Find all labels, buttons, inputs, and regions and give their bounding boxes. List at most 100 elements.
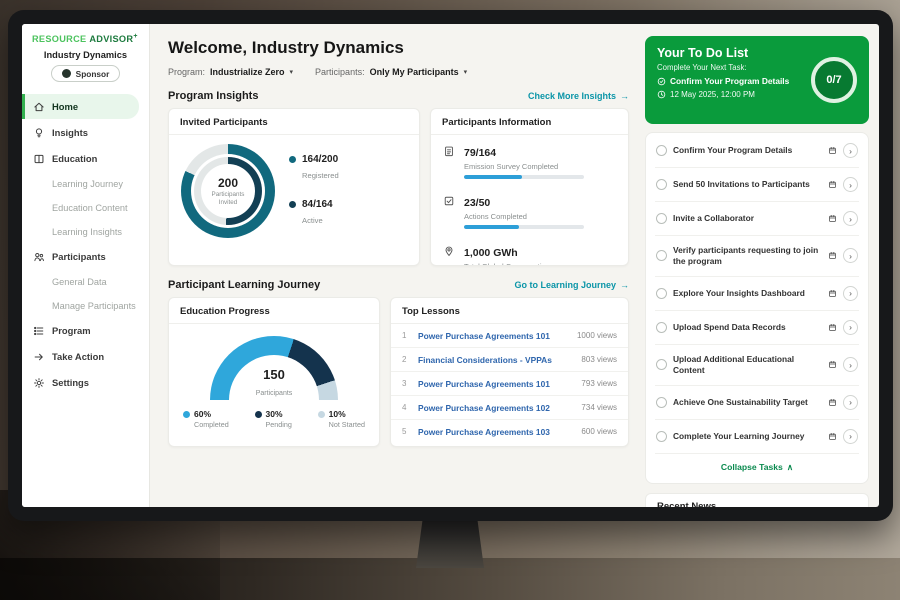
legend-label: Not Started bbox=[329, 420, 365, 429]
background-wall: RESOURCE ADVISOR+ Industry Dynamics Spon… bbox=[0, 0, 900, 600]
lesson-link[interactable]: Financial Considerations - VPPAs bbox=[418, 355, 574, 365]
section-title-learning-journey: Participant Learning Journey bbox=[168, 279, 320, 291]
sidebar-item-learning-journey[interactable]: Learning Journey bbox=[22, 172, 149, 195]
check-more-insights-link[interactable]: Check More Insights → bbox=[528, 91, 629, 101]
task-row-explore-your-insights-dashboard[interactable]: Explore Your Insights Dashboard › bbox=[655, 277, 859, 311]
legend-dot bbox=[289, 156, 296, 163]
progress-bar bbox=[464, 225, 584, 229]
sidebar-item-insights[interactable]: Insights bbox=[22, 120, 149, 145]
chevron-right-icon[interactable]: › bbox=[843, 177, 858, 192]
task-label: Confirm Your Program Details bbox=[673, 145, 822, 156]
chevron-right-icon[interactable]: › bbox=[843, 395, 858, 410]
sidebar-item-label: Learning Journey bbox=[52, 179, 123, 189]
calendar-icon bbox=[828, 323, 837, 332]
legend-dot bbox=[255, 411, 262, 418]
sidebar: RESOURCE ADVISOR+ Industry Dynamics Spon… bbox=[22, 24, 150, 507]
sponsor-badge[interactable]: Sponsor bbox=[51, 65, 121, 82]
sidebar-item-take-action[interactable]: Take Action bbox=[22, 344, 149, 369]
task-checkbox[interactable] bbox=[656, 431, 667, 442]
chevron-right-icon[interactable]: › bbox=[843, 357, 858, 372]
gauge-center-label: Participants bbox=[256, 390, 293, 397]
task-list: Confirm Your Program Details›Send 50 Inv… bbox=[645, 132, 869, 484]
education-progress-card: Education Progress 150 Participants 60%C… bbox=[168, 297, 380, 447]
gauge-legend: 60%Completed30%Pending10%Not Started bbox=[169, 400, 379, 429]
task-row-achieve-one-sustainability-target[interactable]: Achieve One Sustainability Target› bbox=[655, 386, 859, 420]
go-to-learning-journey-link[interactable]: Go to Learning Journey → bbox=[514, 280, 629, 290]
calendar-icon bbox=[828, 432, 837, 441]
lesson-row: 2Financial Considerations - VPPAs803 vie… bbox=[391, 348, 628, 372]
participants-information-card: Participants Information 79/164Emission … bbox=[430, 108, 629, 266]
settings-icon bbox=[33, 377, 45, 389]
sidebar-item-education-content[interactable]: Education Content bbox=[22, 196, 149, 219]
lesson-link[interactable]: Power Purchase Agreements 102 bbox=[418, 403, 574, 413]
program-select[interactable]: Program: Industrialize Zero ▾ bbox=[168, 67, 293, 77]
info-value: 1,000 GWh bbox=[464, 247, 518, 259]
task-label: Verify participants requesting to join t… bbox=[673, 245, 822, 267]
sidebar-item-manage-participants[interactable]: Manage Participants bbox=[22, 294, 149, 317]
chevron-right-icon[interactable]: › bbox=[843, 320, 858, 335]
task-checkbox[interactable] bbox=[656, 397, 667, 408]
legend-pct: 60% bbox=[194, 409, 211, 419]
task-checkbox[interactable] bbox=[656, 250, 667, 261]
location-icon bbox=[443, 245, 455, 257]
task-checkbox[interactable] bbox=[656, 288, 667, 299]
sidebar-item-program[interactable]: Program bbox=[22, 318, 149, 343]
collapse-tasks-button[interactable]: Collapse Tasks∧ bbox=[655, 454, 859, 482]
participants-select[interactable]: Participants: Only My Participants ▾ bbox=[315, 67, 467, 77]
legend-label: Registered bbox=[302, 171, 339, 180]
calendar-icon bbox=[828, 146, 837, 155]
home-icon bbox=[33, 101, 45, 113]
task-row-confirm-your-program-details[interactable]: Confirm Your Program Details › bbox=[655, 134, 859, 168]
chevron-right-icon[interactable]: › bbox=[843, 429, 858, 444]
task-row-verify-participants-requesting-to-join-the-program[interactable]: Verify participants requesting to join t… bbox=[655, 236, 859, 277]
task-checkbox[interactable] bbox=[656, 179, 667, 190]
donut-legend: 164/200Registered84/164Active bbox=[289, 146, 339, 236]
task-row-upload-spend-data-records[interactable]: Upload Spend Data Records› bbox=[655, 311, 859, 345]
sponsor-icon bbox=[62, 69, 71, 78]
take-action-icon bbox=[33, 351, 45, 363]
monitor-bezel: RESOURCE ADVISOR+ Industry Dynamics Spon… bbox=[8, 10, 893, 521]
lesson-rank: 2 bbox=[402, 355, 411, 364]
task-checkbox[interactable] bbox=[656, 359, 667, 370]
task-checkbox[interactable] bbox=[656, 145, 667, 156]
gauge-legend-item: 60%Completed bbox=[183, 409, 229, 429]
invited-participants-card: Invited Participants 200 Participants In… bbox=[168, 108, 420, 266]
lesson-link[interactable]: Power Purchase Agreements 101 bbox=[418, 379, 574, 389]
sidebar-item-home[interactable]: Home bbox=[22, 94, 139, 119]
logo-resource: RESOURCE bbox=[32, 34, 86, 44]
page-title: Welcome, Industry Dynamics bbox=[168, 38, 629, 58]
sidebar-item-learning-insights[interactable]: Learning Insights bbox=[22, 220, 149, 243]
chevron-right-icon[interactable]: › bbox=[843, 286, 858, 301]
lesson-row: 1Power Purchase Agreements 1011000 views bbox=[391, 324, 628, 348]
sidebar-item-general-data[interactable]: General Data bbox=[22, 270, 149, 293]
monitor-stand bbox=[416, 518, 484, 568]
logo-plus: + bbox=[133, 33, 137, 40]
lesson-link[interactable]: Power Purchase Agreements 103 bbox=[418, 427, 574, 437]
gauge-legend-item: 10%Not Started bbox=[318, 409, 365, 429]
sidebar-item-label: Program bbox=[52, 325, 91, 336]
chevron-right-icon[interactable]: › bbox=[843, 143, 858, 158]
task-row-invite-a-collaborator[interactable]: Invite a Collaborator› bbox=[655, 202, 859, 236]
app-window: RESOURCE ADVISOR+ Industry Dynamics Spon… bbox=[22, 24, 879, 507]
sidebar-item-participants[interactable]: Participants bbox=[22, 244, 149, 269]
task-row-upload-additional-educational-content[interactable]: Upload Additional Educational Content › bbox=[655, 345, 859, 386]
lesson-link[interactable]: Power Purchase Agreements 101 bbox=[418, 331, 570, 341]
todo-next-task: Confirm Your Program Details bbox=[670, 76, 789, 86]
chevron-right-icon[interactable]: › bbox=[843, 211, 858, 226]
task-row-send-50-invitations-to-participants[interactable]: Send 50 Invitations to Participants› bbox=[655, 168, 859, 202]
task-label: Explore Your Insights Dashboard bbox=[673, 288, 822, 299]
arrow-right-icon: → bbox=[620, 91, 629, 101]
education-icon bbox=[33, 153, 45, 165]
task-checkbox[interactable] bbox=[656, 322, 667, 333]
task-row-complete-your-learning-journey[interactable]: Complete Your Learning Journey› bbox=[655, 420, 859, 454]
info-row: 79/164Emission Survey Completed bbox=[431, 135, 628, 185]
chevron-right-icon[interactable]: › bbox=[843, 248, 858, 263]
program-insights-header: Program Insights Check More Insights → bbox=[168, 90, 629, 102]
task-label: Upload Additional Educational Content bbox=[673, 354, 822, 376]
sidebar-item-settings[interactable]: Settings bbox=[22, 370, 149, 395]
app-logo: RESOURCE ADVISOR+ bbox=[22, 24, 149, 47]
task-checkbox[interactable] bbox=[656, 213, 667, 224]
program-icon bbox=[33, 325, 45, 337]
sidebar-item-education[interactable]: Education bbox=[22, 146, 149, 171]
program-label: Program: bbox=[168, 67, 205, 77]
